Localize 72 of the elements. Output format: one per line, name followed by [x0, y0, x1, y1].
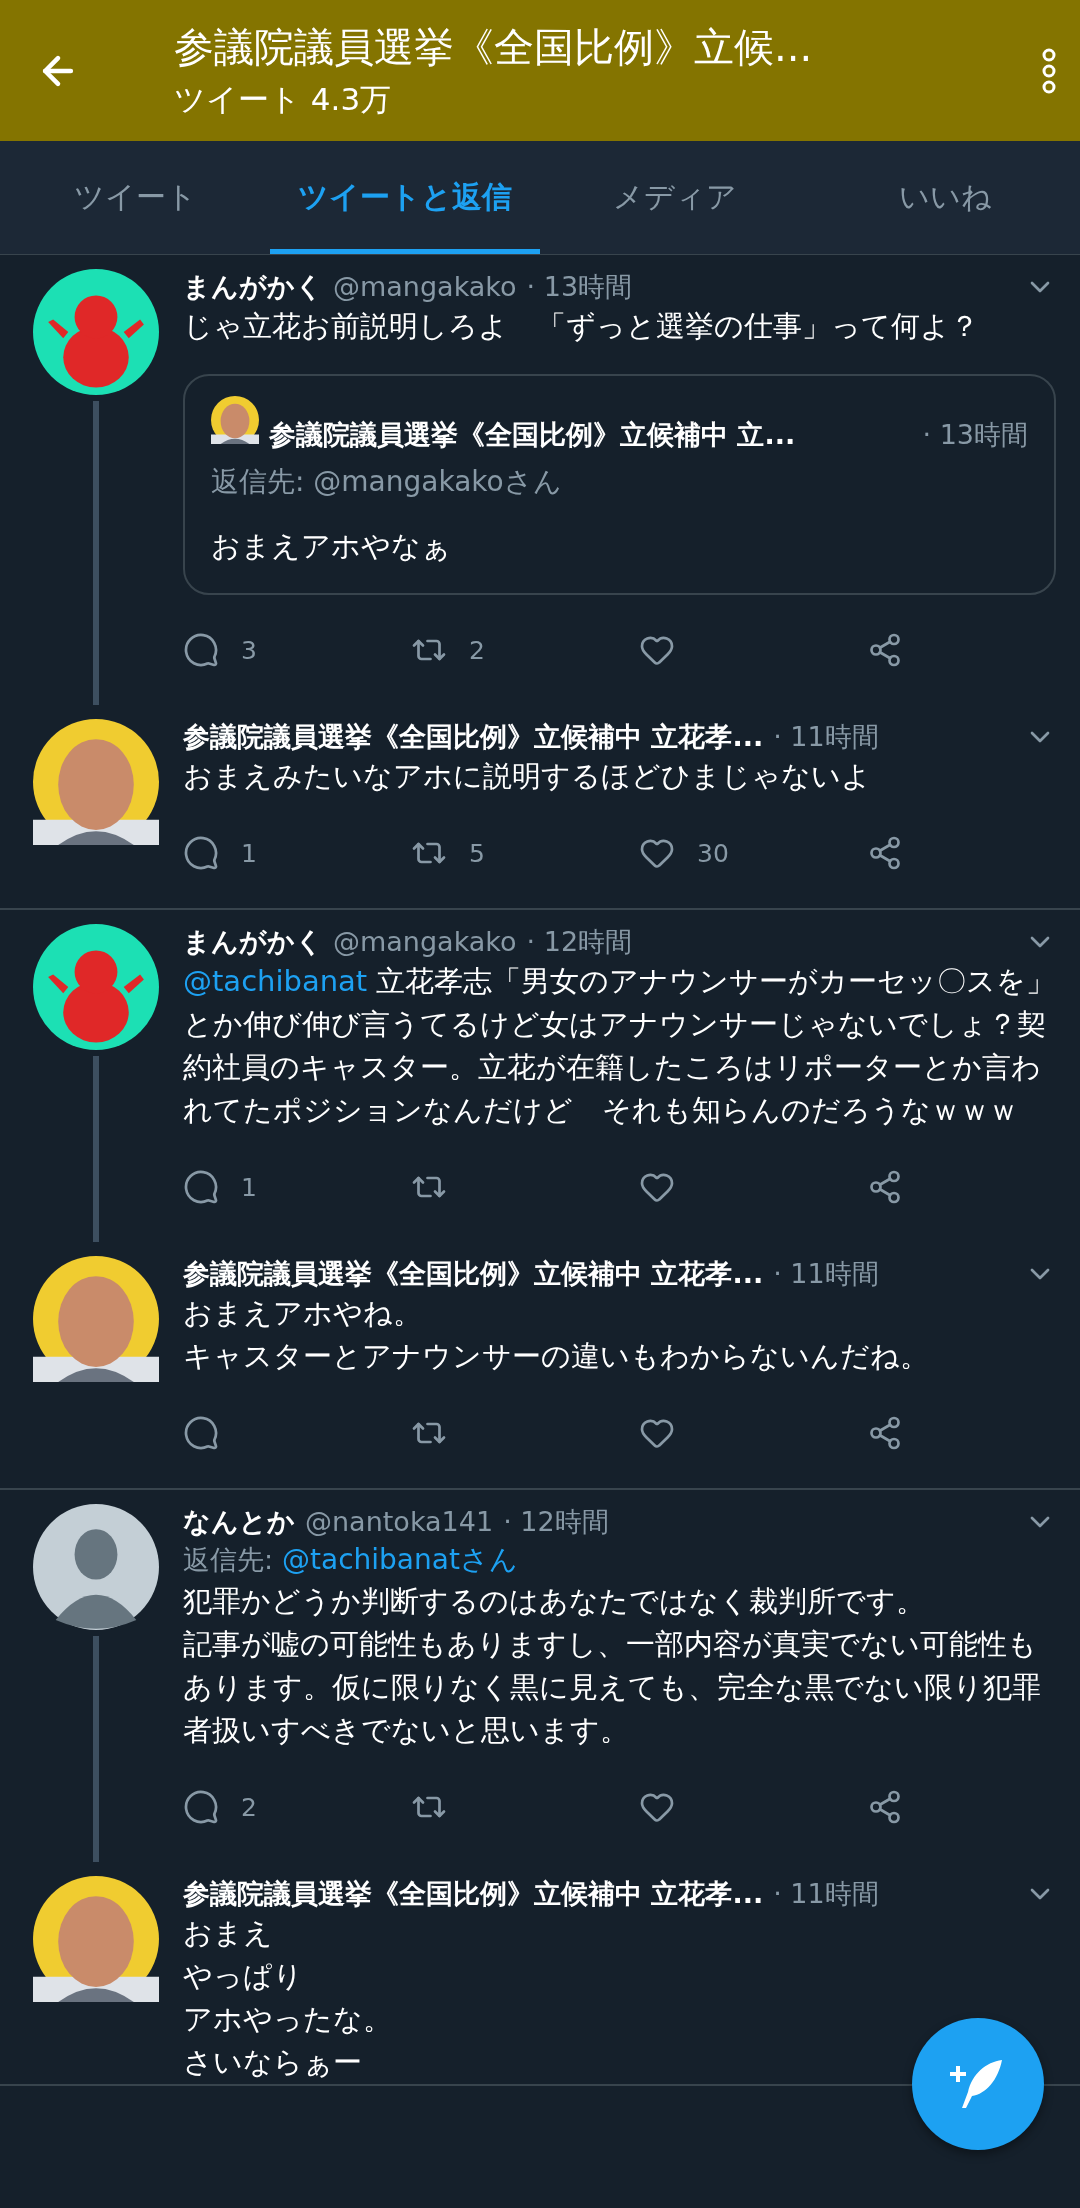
reply-info: 返信先: @mangakakoさん [211, 464, 563, 500]
share-icon [867, 632, 903, 668]
share-icon [867, 1789, 903, 1825]
tweet-time: · 11時間 [773, 720, 879, 754]
tweet-time: · 11時間 [773, 1877, 879, 1911]
tweet-text: さいならぁー [183, 2044, 362, 2081]
author-handle: @mangakako [333, 926, 517, 957]
author-name: 参議院議員選挙《全国比例》立候補中 立... [269, 418, 796, 452]
avatar[interactable] [32, 1256, 159, 1382]
author-name: 参議院議員選挙《全国比例》立候補中 立花孝... [183, 1877, 764, 1911]
like-button[interactable]: 30 [639, 835, 729, 871]
avatar[interactable] [32, 1504, 159, 1630]
author-handle: @mangakako [333, 271, 517, 302]
mention-link[interactable]: @tachibanat [183, 964, 368, 998]
tweet-text: おまえ [183, 1915, 273, 1952]
avatar[interactable] [211, 396, 259, 444]
reply-icon [183, 835, 219, 871]
avatar[interactable] [32, 924, 159, 1050]
tweet-text: アホやったな。 [183, 2001, 392, 2038]
tweet-text: 記事が嘘の可能性もありますし、一部内容が真実でない可能性もあります。仮に限りなく黒に見えても、完全な黒でない限り犯罪者扱いすべきでないと思います。 [183, 1626, 1042, 1749]
reply-button[interactable]: 1 [183, 835, 257, 871]
more-options-button[interactable] [1042, 47, 1056, 94]
tweet-text: @tachibanat 立花孝志「男女のアナウンサーがカーセッ〇スを」とか伸び伸び言うてるけど女はアナウンサーじゃないでしょ？契約社員のキャスター。立花が在籍したころはリポーターとか言われてたポジションなんだけど それも知らんのだろうなｗｗｗ [183, 963, 1056, 1129]
reply-icon [183, 1169, 219, 1205]
tweet-count: ツイート 4.3万 [174, 80, 393, 119]
author-name: 参議院議員選挙《全国比例》立候補中 立花孝... [183, 720, 764, 754]
reply-icon [183, 632, 219, 668]
profile-tab[interactable]: メディア [540, 141, 810, 254]
tweet-text: じゃ立花お前説明しろよ 「ずっと選挙の仕事」って何よ？ [183, 308, 979, 345]
profile-tab[interactable]: ツイート [0, 141, 270, 254]
reply-button[interactable]: 2 [183, 1789, 257, 1825]
reply-icon [183, 1415, 219, 1451]
tweet-text: やっぱり [183, 1958, 303, 1995]
avatar[interactable] [32, 269, 159, 395]
avatar[interactable] [32, 1876, 159, 2002]
share-icon [867, 835, 903, 871]
author-name: まんがかく [183, 925, 323, 959]
share-button[interactable] [867, 1415, 903, 1451]
share-icon [867, 1415, 903, 1451]
reply-mention-link[interactable]: @tachibanatさん [282, 1543, 518, 1576]
share-icon [867, 1169, 903, 1205]
share-button[interactable] [867, 1789, 903, 1825]
reply-button[interactable] [183, 1415, 219, 1451]
tweet-text: キャスターとアナウンサーの違いもわからないんだね。 [183, 1338, 929, 1375]
reply-button[interactable]: 1 [183, 1169, 257, 1205]
tweet-time: · 12時間 [503, 1505, 609, 1539]
reply-button[interactable]: 3 [183, 632, 257, 668]
author-name: なんとか [183, 1505, 295, 1539]
share-button[interactable] [867, 835, 903, 871]
more-icon [1042, 47, 1056, 94]
reply-icon [183, 1789, 219, 1825]
quoted-tweet[interactable]: 参議院議員選挙《全国比例》立候補中 立... · 13時間 返信先: @mangakakoさん おまえアホやなぁ [183, 374, 1056, 595]
reply-label: 返信先: [183, 1544, 274, 1575]
tweet-time: · 12時間 [526, 925, 633, 959]
author-name: まんがかく [183, 270, 323, 304]
avatar[interactable] [32, 719, 159, 845]
profile-tab[interactable]: いいね [810, 141, 1080, 254]
profile-title: 参議院議員選挙《全国比例》立候... [174, 23, 814, 72]
retweet-button[interactable]: 5 [411, 835, 485, 871]
share-button[interactable] [867, 1169, 903, 1205]
author-handle: @nantoka141 [305, 1506, 494, 1537]
tweet-text: 犯罪かどうか判断するのはあなたではなく裁判所です。 [183, 1583, 925, 1620]
quoted-text: おまえアホやなぁ [211, 528, 452, 565]
tweet-time: · 11時間 [773, 1257, 879, 1291]
share-button[interactable] [867, 632, 903, 668]
profile-tab[interactable]: ツイートと返信 [270, 141, 540, 254]
retweet-button[interactable]: 2 [411, 632, 485, 668]
tweet-time: · 13時間 [526, 270, 633, 304]
author-name: 参議院議員選挙《全国比例》立候補中 立花孝... [183, 1257, 764, 1291]
tweet-time: · 13時間 [922, 418, 1028, 452]
tweet-text: おまえアホやね。 [183, 1295, 422, 1332]
tweet-text: おまえみたいなアホに説明するほどひまじゃないよ [183, 758, 871, 795]
